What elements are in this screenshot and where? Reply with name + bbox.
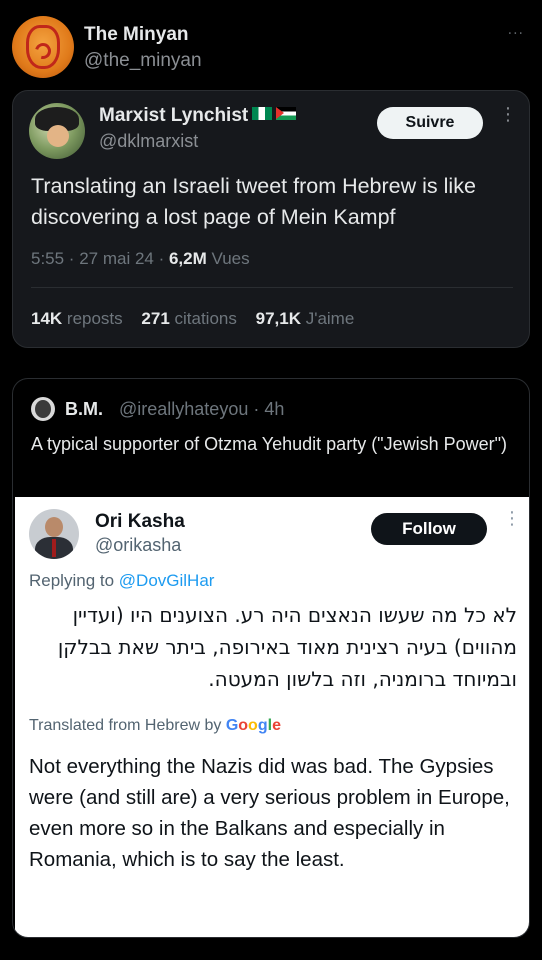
palestine-flag-icon xyxy=(276,107,297,121)
tweet-text: Translating an Israeli tweet from Hebrew… xyxy=(31,174,476,229)
nested-tweet-text: A typical supporter of Otzma Yehudit par… xyxy=(31,434,507,454)
views-count: 6,2M xyxy=(168,249,207,268)
hebrew-text: לא כל מה שעשו הנאצים היה רע. הצוענים היו… xyxy=(57,603,517,691)
hamsa-icon xyxy=(26,25,60,69)
screenshot-follow-button: Follow xyxy=(371,513,487,545)
tweet-screenshot-image[interactable]: Ori Kasha @orikasha Follow ⋮ Replying to… xyxy=(15,497,529,937)
citations-count: 271 xyxy=(141,309,170,328)
likes-count: 97,1K xyxy=(255,309,301,328)
likes-stat[interactable]: 97,1K J'aime xyxy=(256,309,355,328)
avatar xyxy=(29,509,79,559)
nested-author-name[interactable]: B.M. xyxy=(65,399,103,420)
reposts-stat[interactable]: 14K reposts xyxy=(31,309,123,328)
replying-prefix: Replying to xyxy=(29,571,119,590)
nested-author-handle[interactable]: @ireallyhateyou · 4h xyxy=(119,399,284,420)
citations-stat[interactable]: 271 citations xyxy=(141,309,236,328)
google-logo: Google xyxy=(225,717,281,734)
replying-mention: @DovGilHar xyxy=(118,571,215,590)
english-translation: Not everything the Nazis did was bad. Th… xyxy=(29,755,510,871)
views-label: Vues xyxy=(206,249,250,268)
tweet-meta: 5:55 · 27 mai 24 · 6,2M Vues xyxy=(31,249,250,269)
screenshot-author-handle: @orikasha xyxy=(95,535,182,555)
translated-label: Translated from Hebrew by Google xyxy=(29,717,281,735)
quoted-author-handle[interactable]: @dklmarxist xyxy=(99,131,198,152)
citations-label: citations xyxy=(169,309,237,328)
reposts-count: 14K xyxy=(31,309,63,328)
avatar[interactable] xyxy=(29,103,85,159)
more-options-icon[interactable]: ··· xyxy=(508,26,524,42)
outer-tweet-header: The Minyan @the_minyan ··· xyxy=(10,14,532,84)
nested-quote-card[interactable]: B.M. @ireallyhateyou · 4h A typical supp… xyxy=(12,378,530,938)
avatar[interactable] xyxy=(31,397,55,421)
screenshot-author-name: Ori Kasha xyxy=(95,511,185,532)
translated-prefix: Translated from Hebrew by xyxy=(29,717,226,734)
author-handle[interactable]: @the_minyan xyxy=(84,50,202,72)
more-options-icon: ⋮ xyxy=(503,508,521,529)
tweet-stats: 14K reposts 271 citations 97,1K J'aime xyxy=(31,309,368,329)
more-options-icon[interactable]: ⋮ xyxy=(499,106,517,124)
nigeria-flag-icon xyxy=(252,107,273,121)
tweet-timestamp[interactable]: 5:55 · 27 mai 24 · xyxy=(31,249,169,268)
quoted-tweet-card[interactable]: Marxist Lynchist @dklmarxist Suivre ⋮ Tr… xyxy=(12,90,530,348)
likes-label: J'aime xyxy=(300,309,355,328)
author-name[interactable]: The Minyan xyxy=(84,24,189,46)
replying-to: Replying to @DovGilHar xyxy=(29,571,214,591)
quoted-author-name[interactable]: Marxist Lynchist xyxy=(99,105,297,127)
divider xyxy=(31,287,513,288)
avatar[interactable] xyxy=(12,16,74,78)
reposts-label: reposts xyxy=(62,309,123,328)
sickle-icon xyxy=(32,40,54,62)
follow-button[interactable]: Suivre xyxy=(377,107,483,139)
quoted-author-name-text: Marxist Lynchist xyxy=(99,105,249,126)
